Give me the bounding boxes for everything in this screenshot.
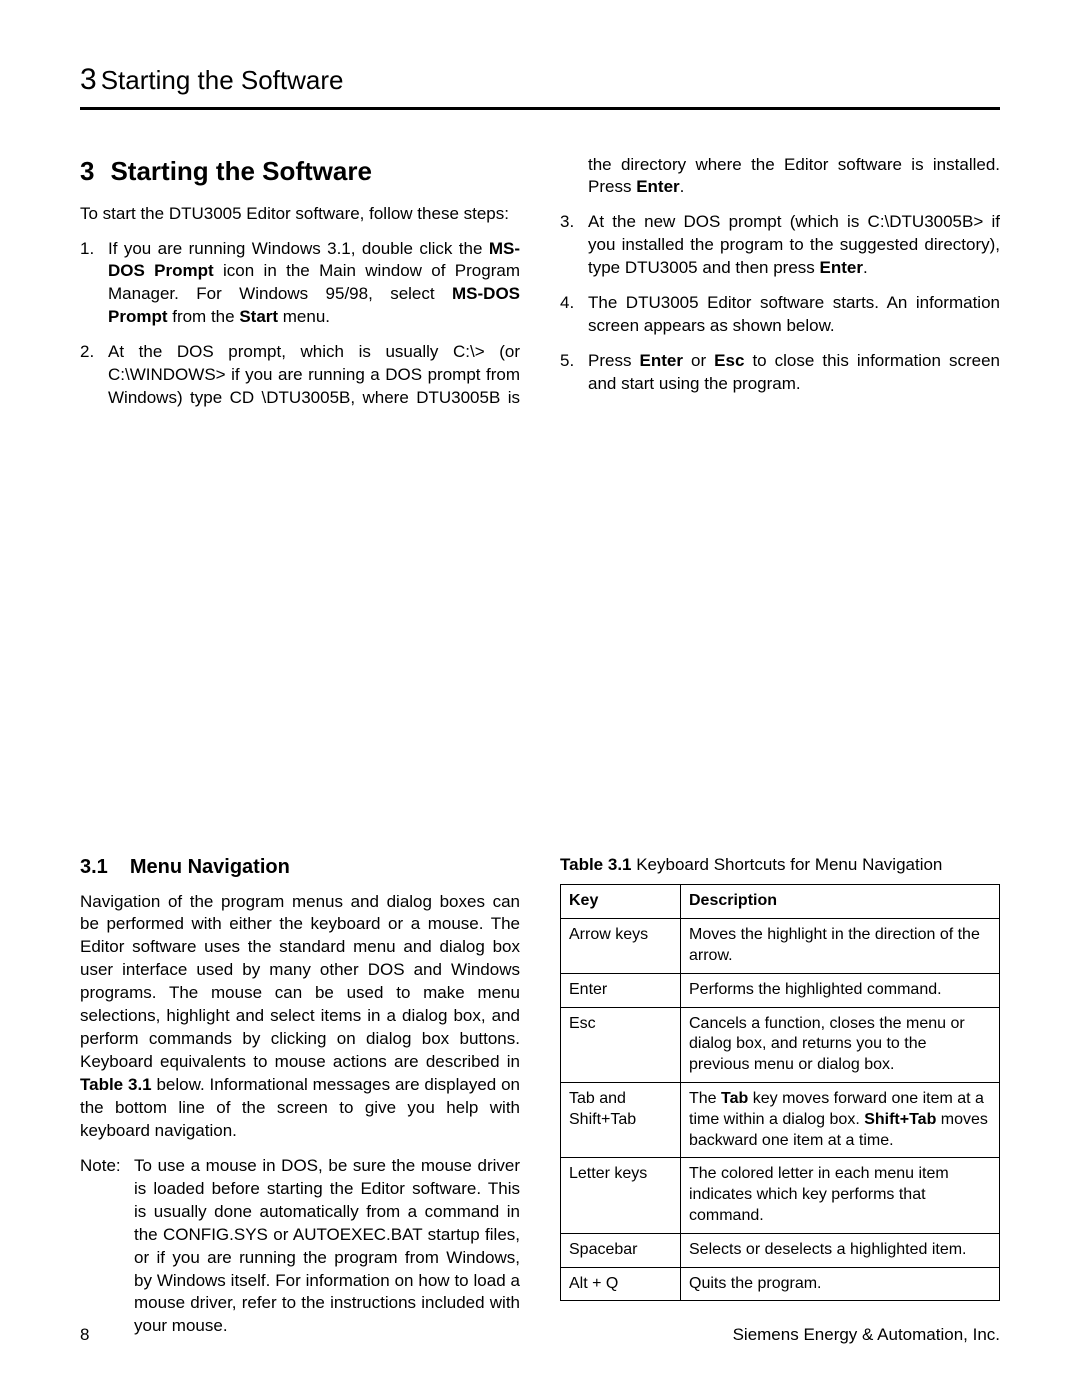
cell-key: Enter: [561, 973, 681, 1007]
step-item: 1.If you are running Windows 3.1, double…: [80, 238, 520, 330]
cell-key: Arrow keys: [561, 919, 681, 974]
table-head-row: Key Description: [561, 885, 1000, 919]
steps-list: 1.If you are running Windows 3.1, double…: [80, 154, 1000, 411]
section-title: Starting the Software: [110, 156, 371, 186]
step-text: At the new DOS prompt (which is C:\DTU30…: [588, 211, 1000, 280]
subsection-columns: 3.1 Menu Navigation Navigation of the pro…: [80, 854, 1000, 1339]
cell-desc: The Tab key moves forward one item at a …: [681, 1083, 1000, 1158]
note-text: To use a mouse in DOS, be sure the mouse…: [134, 1155, 520, 1339]
step-number: 3.: [560, 211, 588, 280]
step-item: 4.The DTU3005 Editor software starts. An…: [560, 292, 1000, 338]
step-number: 4.: [560, 292, 588, 338]
table-row: Arrow keysMoves the highlight in the dir…: [561, 919, 1000, 974]
cell-desc: Selects or deselects a highlighted item.: [681, 1233, 1000, 1267]
step-item: 3.At the new DOS prompt (which is C:\DTU…: [560, 211, 1000, 280]
cell-key: Esc: [561, 1007, 681, 1082]
chapter-title: Starting the Software: [101, 65, 344, 95]
step-item: 5.Press Enter or Esc to close this infor…: [560, 350, 1000, 396]
cell-desc: Quits the program.: [681, 1267, 1000, 1301]
step-number: 5.: [560, 350, 588, 396]
note: Note: To use a mouse in DOS, be sure the…: [80, 1155, 520, 1339]
subsection-heading: 3.1 Menu Navigation: [80, 854, 520, 881]
table-row: Tab and Shift+TabThe Tab key moves forwa…: [561, 1083, 1000, 1158]
chapter-number: 3: [80, 63, 97, 96]
table-row: Alt + QQuits the program.: [561, 1267, 1000, 1301]
section-number: 3: [80, 156, 94, 186]
table-row: EscCancels a function, closes the menu o…: [561, 1007, 1000, 1082]
table-caption: Table 3.1 Keyboard Shortcuts for Menu Na…: [560, 854, 1000, 877]
th-desc: Description: [681, 885, 1000, 919]
subsection-number: 3.1: [80, 856, 108, 878]
subsection-title: Menu Navigation: [130, 856, 290, 878]
step-text: Press Enter or Esc to close this informa…: [588, 350, 1000, 396]
running-head: 3Starting the Software: [80, 60, 1000, 101]
step-text: If you are running Windows 3.1, double c…: [108, 238, 520, 330]
cell-desc: Cancels a function, closes the menu or d…: [681, 1007, 1000, 1082]
table-block: Table 3.1 Keyboard Shortcuts for Menu Na…: [560, 854, 1000, 1302]
section-columns: 3 Starting the Software To start the DTU3…: [80, 154, 1000, 444]
step-text: The DTU3005 Editor software starts. An i…: [588, 292, 1000, 338]
cell-key: Letter keys: [561, 1158, 681, 1233]
head-rule: [80, 107, 1000, 110]
shortcuts-table: Key Description Arrow keysMoves the high…: [560, 884, 1000, 1301]
cell-key: Spacebar: [561, 1233, 681, 1267]
table-row: Letter keysThe colored letter in each me…: [561, 1158, 1000, 1233]
th-key: Key: [561, 885, 681, 919]
step-number: 1.: [80, 238, 108, 330]
section-intro: To start the DTU3005 Editor software, fo…: [80, 203, 520, 226]
note-label: Note:: [80, 1155, 134, 1339]
footer: 8 Siemens Energy & Automation, Inc.: [80, 1324, 1000, 1347]
section-heading: 3 Starting the Software: [80, 154, 520, 189]
table-row: SpacebarSelects or deselects a highlight…: [561, 1233, 1000, 1267]
cell-desc: The colored letter in each menu item ind…: [681, 1158, 1000, 1233]
cell-key: Alt + Q: [561, 1267, 681, 1301]
footer-org: Siemens Energy & Automation, Inc.: [733, 1324, 1000, 1347]
cell-key: Tab and Shift+Tab: [561, 1083, 681, 1158]
cell-desc: Moves the highlight in the direction of …: [681, 919, 1000, 974]
cell-desc: Performs the highlighted command.: [681, 973, 1000, 1007]
page: 3Starting the Software 3Starting the Sof…: [0, 0, 1080, 1397]
subsection-paragraph: Navigation of the program menus and dial…: [80, 891, 520, 1143]
page-number: 8: [80, 1324, 89, 1347]
table-row: EnterPerforms the highlighted command.: [561, 973, 1000, 1007]
figure-placeholder-gap: [80, 444, 1000, 854]
